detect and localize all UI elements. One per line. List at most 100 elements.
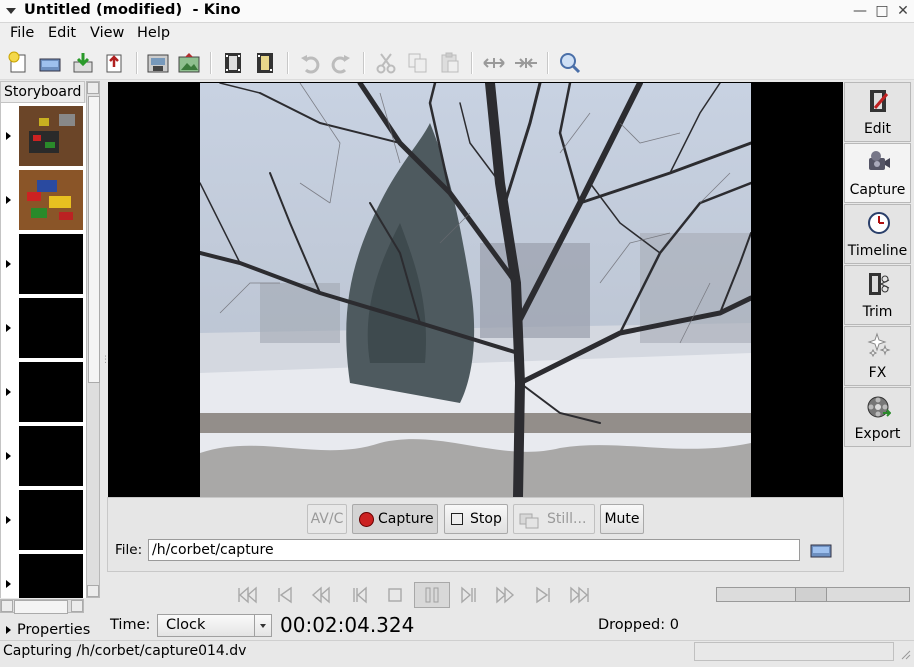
previous-scene-icon[interactable] — [274, 585, 296, 605]
file-path-input[interactable]: /h/corbet/capture — [148, 539, 800, 561]
slider-thumb[interactable] — [795, 588, 827, 601]
paste-icon[interactable] — [437, 50, 463, 76]
mode-tab-fx[interactable]: FX — [844, 326, 911, 386]
browse-folder-icon[interactable] — [809, 540, 833, 560]
window-menu-icon[interactable] — [6, 8, 16, 14]
menu-file[interactable]: File — [10, 25, 34, 41]
menu-view[interactable]: View — [90, 25, 124, 41]
storyboard-list[interactable] — [0, 103, 87, 598]
timecode-display: 00:02:04.324 — [280, 613, 415, 637]
mode-tab-export-label: Export — [854, 426, 901, 442]
scroll-left-icon[interactable] — [1, 600, 13, 612]
expand-scene-icon[interactable] — [6, 580, 11, 588]
pause-button[interactable] — [414, 582, 450, 608]
step-forward-icon[interactable] — [458, 585, 480, 605]
scene-thumbnail[interactable] — [19, 490, 83, 550]
stop-icon — [451, 513, 463, 525]
toolbar-separator — [363, 52, 365, 74]
scene-thumbnail[interactable] — [19, 170, 83, 230]
scrollbar-thumb[interactable] — [88, 96, 100, 383]
scene-thumbnail[interactable] — [19, 554, 83, 598]
step-back-icon[interactable] — [348, 585, 370, 605]
expand-scene-icon[interactable] — [6, 132, 11, 140]
mode-tab-trim[interactable]: Trim — [844, 265, 911, 325]
copy-icon[interactable] — [405, 50, 431, 76]
redo-icon[interactable] — [328, 50, 354, 76]
export-file-icon[interactable] — [101, 50, 127, 76]
new-icon[interactable] — [5, 50, 31, 76]
toolbar-separator — [210, 52, 212, 74]
go-to-start-icon[interactable] — [236, 585, 258, 605]
scroll-down-icon[interactable] — [87, 585, 99, 597]
menu-edit[interactable]: Edit — [48, 25, 76, 41]
next-scene-icon[interactable] — [532, 585, 554, 605]
capture-button[interactable]: Capture — [352, 504, 438, 534]
scene-thumbnail[interactable] — [19, 106, 83, 166]
still-button-label: Still... — [547, 511, 587, 527]
still-frame-icon — [519, 511, 539, 529]
go-to-end-icon[interactable] — [569, 585, 591, 605]
storyboard-vertical-scrollbar[interactable] — [86, 81, 100, 598]
still-button[interactable]: Still... — [513, 504, 595, 534]
expand-scene-icon[interactable] — [6, 324, 11, 332]
scene-thumbnail[interactable] — [19, 234, 83, 294]
save-icon[interactable] — [70, 50, 96, 76]
fx-icon — [867, 332, 891, 360]
expand-icon[interactable] — [481, 50, 507, 76]
scroll-up-icon[interactable] — [87, 82, 99, 94]
scene-thumbnail[interactable] — [19, 362, 83, 422]
close-icon[interactable]: ✕ — [895, 3, 911, 19]
scene-thumbnail[interactable] — [19, 298, 83, 358]
cut-icon[interactable] — [373, 50, 399, 76]
mode-tab-export[interactable]: Export — [844, 387, 911, 447]
stop-transport-icon[interactable] — [384, 585, 406, 605]
status-text: Capturing /h/corbet/capture014.dv — [3, 643, 247, 659]
contract-icon[interactable] — [513, 50, 539, 76]
toolbar-separator — [471, 52, 473, 74]
undo-icon[interactable] — [297, 50, 323, 76]
pane-splitter-handle[interactable]: ⋮ — [101, 355, 110, 367]
expand-scene-icon[interactable] — [6, 388, 11, 396]
expander-arrow-icon — [6, 626, 11, 634]
maximize-icon[interactable]: □ — [874, 3, 890, 19]
dropdown-arrow-icon[interactable] — [254, 615, 271, 636]
stop-button[interactable]: Stop — [444, 504, 508, 534]
split-scene-icon[interactable] — [220, 50, 246, 76]
position-slider[interactable] — [716, 587, 910, 602]
mute-button[interactable]: Mute — [600, 504, 644, 534]
properties-label: Properties — [17, 622, 91, 638]
scroll-right-icon[interactable] — [71, 600, 83, 612]
mode-tab-capture[interactable]: Capture — [844, 143, 911, 203]
scrollbar-thumb[interactable] — [14, 600, 68, 614]
mode-tab-edit[interactable]: Edit — [844, 82, 911, 142]
publish-frame-icon[interactable] — [176, 50, 202, 76]
join-scenes-icon[interactable] — [252, 50, 278, 76]
expand-scene-icon[interactable] — [6, 516, 11, 524]
scene-thumbnail[interactable] — [19, 426, 83, 486]
avc-button[interactable]: AV/C — [307, 504, 347, 534]
save-frame-icon[interactable] — [145, 50, 171, 76]
fast-forward-icon[interactable] — [494, 585, 516, 605]
stop-button-label: Stop — [470, 511, 502, 527]
time-format-select[interactable]: Clock — [157, 614, 272, 637]
title-bar: Untitled (modified) - Kino — [0, 0, 914, 23]
dropped-frames: Dropped: 0 — [598, 617, 679, 633]
zoom-icon[interactable] — [557, 50, 583, 76]
expand-scene-icon[interactable] — [6, 452, 11, 460]
edit-icon — [867, 88, 891, 116]
rewind-icon[interactable] — [310, 585, 332, 605]
mode-tab-edit-label: Edit — [863, 121, 892, 137]
expand-scene-icon[interactable] — [6, 260, 11, 268]
resize-grip-icon[interactable] — [899, 648, 911, 660]
storyboard-title: Storyboard — [4, 84, 82, 100]
export-icon — [867, 393, 892, 421]
storyboard-horizontal-scrollbar[interactable] — [0, 599, 84, 614]
open-icon[interactable] — [37, 50, 63, 76]
expand-scene-icon[interactable] — [6, 196, 11, 204]
mode-tab-timeline[interactable]: Timeline — [844, 204, 911, 264]
minimize-icon[interactable]: — — [852, 3, 868, 19]
time-label: Time: — [110, 617, 151, 633]
mode-tab-timeline-label: Timeline — [847, 243, 908, 259]
menu-help[interactable]: Help — [137, 25, 170, 41]
video-frame — [200, 83, 751, 497]
